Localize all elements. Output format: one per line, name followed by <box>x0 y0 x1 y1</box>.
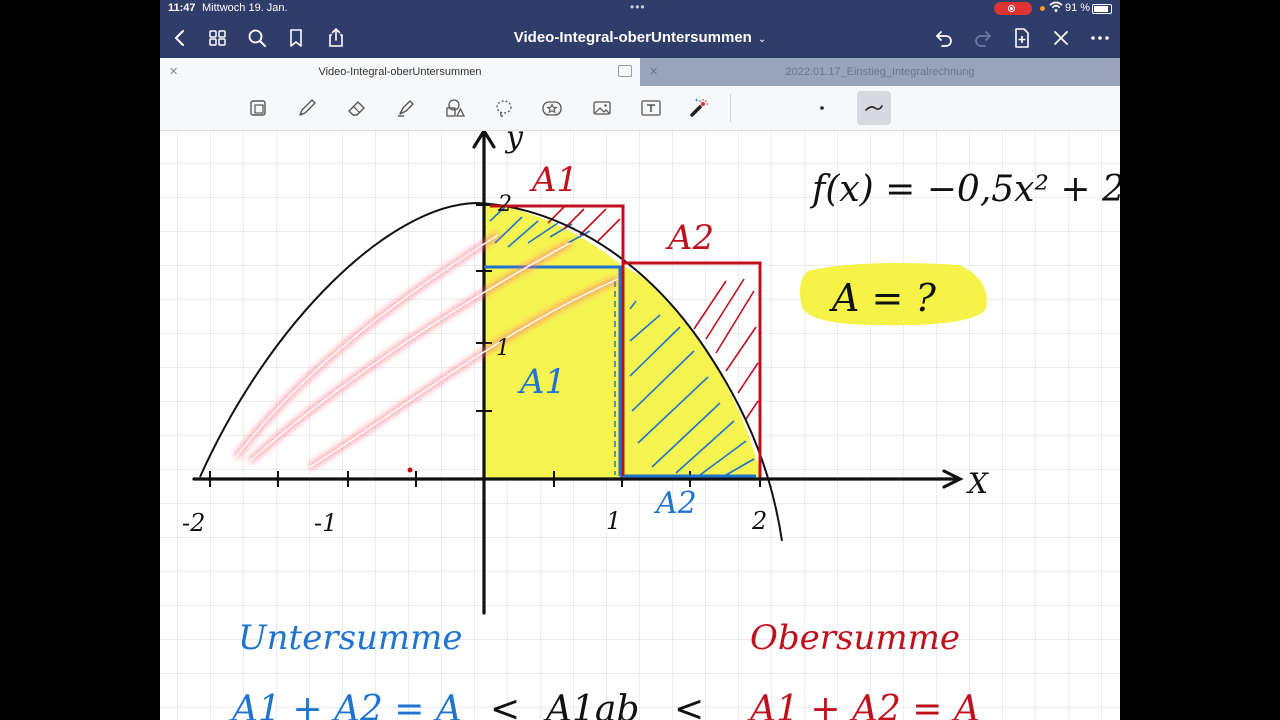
upper-sum-title: Obersumme <box>750 618 960 658</box>
status-time: 11:47 <box>168 2 196 14</box>
highlighter-icon[interactable] <box>394 96 418 120</box>
status-bar: 11:47 Mittwoch 19. Jan. ••• 91 % <box>160 0 1120 18</box>
toolbar-divider <box>730 94 731 122</box>
y-axis-label: y <box>504 131 524 155</box>
lasso-icon[interactable] <box>492 96 516 120</box>
split-view-icon[interactable] <box>618 65 632 77</box>
battery-icon <box>1092 4 1112 14</box>
shapes-icon[interactable] <box>443 96 467 120</box>
tick-label-minus-1: -1 <box>314 509 337 537</box>
screen-recording-icon <box>994 2 1032 15</box>
document-tabs: ✕ Video-Integral-oberUntersummen ✕ 2022.… <box>160 58 1120 86</box>
lower-sum-title: Untersumme <box>238 618 463 658</box>
reader-mode-icon[interactable] <box>246 96 270 120</box>
battery-percent: 91 % <box>1065 2 1091 14</box>
less-than-sign-2: < <box>674 689 704 720</box>
middle-area-label: A1ab <box>543 689 639 720</box>
blue-area-label-a1: A1 <box>517 362 566 402</box>
blue-area-label-a2: A2 <box>653 486 697 521</box>
upper-sum-formula: A1 + A2 = A <box>747 689 980 720</box>
navigation-bar: Video-Integral-oberUntersummen ⌄ <box>160 18 1120 58</box>
area-question: A = ? <box>829 276 936 320</box>
less-than-sign-1: < <box>490 689 520 720</box>
tick-label-2: 2 <box>751 507 767 535</box>
tab-label: Video-Integral-oberUntersummen <box>318 66 482 78</box>
close-icon[interactable] <box>1049 26 1073 50</box>
y-tick-label-2: 2 <box>497 192 512 217</box>
tick-label-1: 1 <box>606 507 621 535</box>
pen-dot <box>407 467 413 473</box>
red-area-label-a1: A1 <box>529 160 578 200</box>
add-page-icon[interactable] <box>1010 26 1034 50</box>
text-icon[interactable] <box>639 96 663 120</box>
wifi-icon <box>1049 1 1063 16</box>
document-title: Video-Integral-oberUntersummen <box>513 29 752 46</box>
y-tick-label-1: 1 <box>496 336 510 361</box>
status-date: Mittwoch 19. Jan. <box>202 2 288 14</box>
multitasking-dots-icon[interactable]: ••• <box>630 0 646 14</box>
tick-label-minus-2: -2 <box>182 509 205 537</box>
red-area-label-a2: A2 <box>665 218 714 258</box>
eraser-icon[interactable] <box>345 96 369 120</box>
ipad-screen: 11:47 Mittwoch 19. Jan. ••• 91 % Video-I… <box>160 0 1120 720</box>
note-canvas[interactable]: y X -2 -1 1 2 1 2 A1 A2 A1 A2 f(x) = −0,… <box>160 131 1120 720</box>
function-definition: f(x) = −0,5x² + 2 <box>809 169 1120 210</box>
sticker-icon[interactable] <box>540 96 564 120</box>
more-icon[interactable] <box>1088 26 1112 50</box>
stroke-dot-icon[interactable] <box>810 96 834 120</box>
chevron-down-icon: ⌄ <box>757 34 767 45</box>
lower-sum-formula: A1 + A2 = A <box>229 689 462 720</box>
mic-indicator-icon <box>1040 6 1045 11</box>
x-axis-label: X <box>966 467 989 500</box>
tab-einstieg-integralrechnung[interactable]: ✕ 2022.01.17_Einstieg_Integralrechnung <box>640 58 1120 86</box>
tab-label: 2022.01.17_Einstieg_Integralrechnung <box>785 66 975 78</box>
image-icon[interactable] <box>590 96 614 120</box>
tab-video-integral[interactable]: ✕ Video-Integral-oberUntersummen <box>160 58 640 86</box>
undo-icon[interactable] <box>932 26 956 50</box>
redo-icon[interactable] <box>971 26 995 50</box>
stroke-style-icon[interactable] <box>857 91 891 125</box>
drawing-toolbar <box>160 86 1120 131</box>
laser-pointer-icon[interactable] <box>687 96 711 120</box>
pen-icon[interactable] <box>295 96 319 120</box>
